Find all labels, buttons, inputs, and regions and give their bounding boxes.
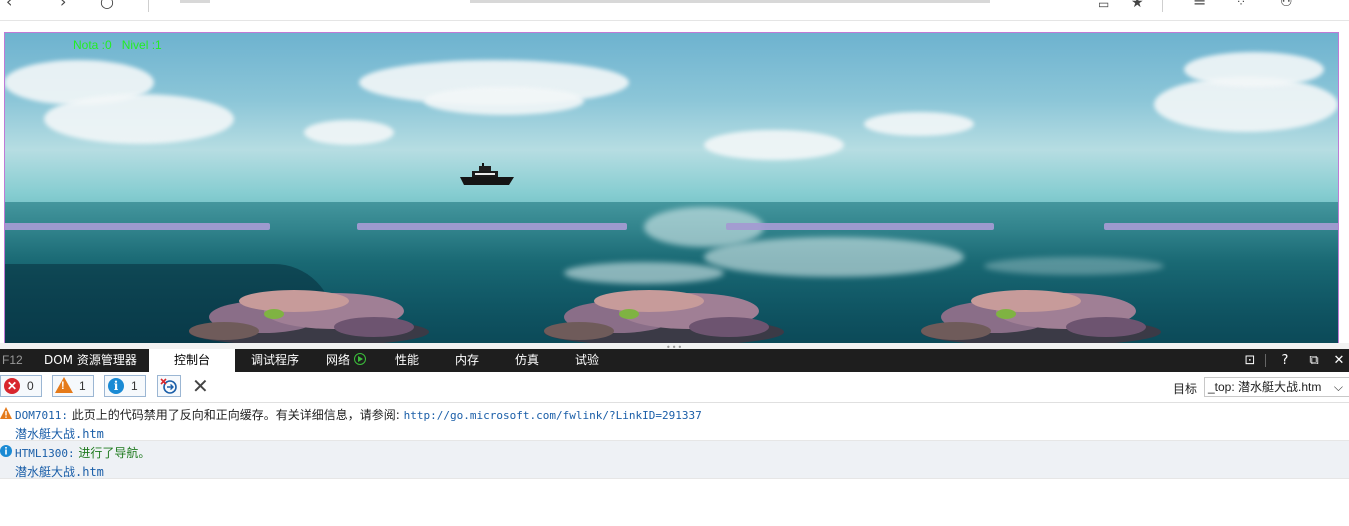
message-source-link[interactable]: 潜水艇大战.htm [15, 425, 104, 442]
target-select[interactable]: _top: 潜水艇大战.htm ⌵ [1204, 377, 1349, 397]
f12-label: F12 [2, 353, 23, 367]
address-bar-divider [148, 0, 149, 12]
info-icon: i [108, 378, 124, 394]
devtools-tab-bar: F12 DOM 资源管理器 控制台 调试程序 网络 性能 内存 仿真 试验 ⊡ … [0, 349, 1349, 372]
tab-memory[interactable]: 内存 [446, 349, 488, 372]
message-text: 此页上的代码禁用了反向和正向缓存。有关详细信息，请参阅: [67, 408, 404, 422]
message-code: DOM7011: [15, 409, 68, 422]
error-icon: ✕ [4, 378, 20, 394]
player-boat [460, 163, 514, 185]
water-surface-line [4, 223, 270, 230]
water-surface-line [357, 223, 627, 230]
info-icon [0, 445, 12, 457]
console-drawer-icon[interactable]: ⊡ [1239, 349, 1261, 372]
favorite-star-icon[interactable]: ★ [1131, 0, 1144, 11]
tab-dom-explorer[interactable]: DOM 资源管理器 [35, 349, 146, 372]
refresh-icon[interactable]: ○ [100, 0, 114, 10]
hub-icon[interactable]: ≡ [1193, 0, 1206, 9]
back-icon[interactable]: ‹ [6, 0, 12, 10]
clear-on-navigate-button[interactable] [157, 375, 181, 397]
wave-splash [704, 237, 964, 277]
tab-network[interactable]: 网络 [317, 349, 375, 372]
message-source-link[interactable]: 潜水艇大战.htm [15, 463, 104, 480]
browser-toolbar: ‹ › ○ ▭ ★ ≡ ⁘ ⚇ [0, 0, 1349, 21]
water-surface-line [726, 223, 994, 230]
score-level-display: Nota :0 Nivel :1 [73, 38, 162, 52]
share-icon[interactable]: ⚇ [1280, 0, 1293, 10]
wave-splash [984, 257, 1164, 275]
cloud [864, 112, 974, 136]
target-label: 目标 [1173, 382, 1198, 396]
web-note-icon[interactable]: ⁘ [1236, 0, 1246, 10]
cloud [424, 87, 584, 115]
clear-on-navigate-icon [160, 378, 177, 394]
console-message-info: HTML1300: 进行了导航。 潜水艇大战.htm [0, 441, 1349, 479]
cloud [704, 130, 844, 160]
tab-performance[interactable]: 性能 [386, 349, 428, 372]
chevron-down-icon: ⌵ [1333, 380, 1343, 394]
water-surface-line [1104, 223, 1338, 230]
forward-icon[interactable]: › [60, 0, 66, 10]
warning-icon: ! [55, 377, 73, 393]
coral-reef [921, 290, 1161, 343]
message-code: HTML1300: [15, 447, 75, 460]
coral-reef [544, 290, 784, 343]
cloud [1184, 52, 1324, 87]
network-record-icon [354, 353, 367, 365]
wave-splash [564, 262, 724, 284]
warnings-filter-button[interactable]: ! 1 [52, 375, 94, 397]
warning-icon [0, 407, 12, 419]
message-text: 进行了导航。 [74, 446, 151, 460]
undock-icon[interactable]: ⧉ [1303, 349, 1325, 372]
tab-console[interactable]: 控制台 [149, 349, 235, 372]
tab-debugger[interactable]: 调试程序 [242, 349, 308, 372]
reading-view-icon[interactable]: ▭ [1098, 0, 1109, 12]
coral-reef [189, 290, 429, 343]
clear-console-icon[interactable]: ✕ [192, 376, 209, 396]
divider [1265, 354, 1266, 367]
address-text-fragment [470, 0, 990, 3]
console-message-warning: DOM7011: 此页上的代码禁用了反向和正向缓存。有关详细信息，请参阅: ht… [0, 403, 1349, 441]
toolbar-divider [1162, 0, 1163, 12]
address-text-fragment [180, 0, 210, 3]
tab-emulation[interactable]: 仿真 [506, 349, 548, 372]
errors-filter-button[interactable]: ✕ 0 [0, 375, 42, 397]
messages-filter-button[interactable]: i 1 [104, 375, 146, 397]
close-devtools-icon[interactable]: ✕ [1328, 349, 1349, 372]
cloud [44, 94, 234, 144]
game-canvas[interactable]: Nota :0 Nivel :1 [4, 32, 1338, 343]
help-link[interactable]: http://go.microsoft.com/fwlink/?LinkID=2… [404, 409, 702, 422]
cloud [304, 120, 394, 145]
tab-experiments[interactable]: 试验 [566, 349, 608, 372]
help-icon[interactable]: ? [1274, 349, 1296, 372]
